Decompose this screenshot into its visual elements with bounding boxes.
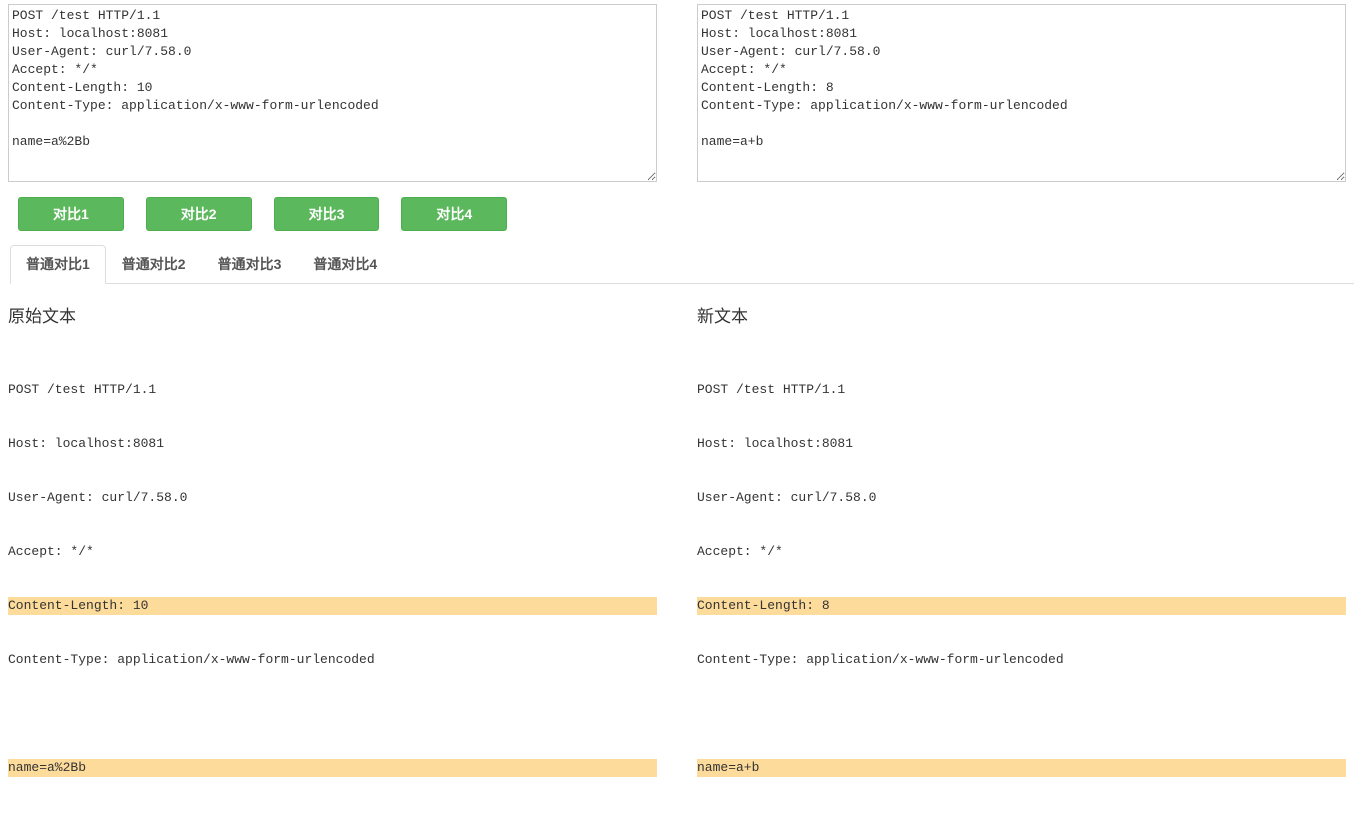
- diff-right-line-6: [697, 705, 1346, 723]
- tabs-bar: 普通对比1 普通对比2 普通对比3 普通对比4: [10, 245, 1354, 284]
- compare-button-3[interactable]: 对比3: [274, 197, 380, 231]
- diff-left-line-3: Accept: */*: [8, 543, 657, 561]
- diff-right-line-3: Accept: */*: [697, 543, 1346, 561]
- original-text-col: 原始文本 POST /test HTTP/1.1 Host: localhost…: [8, 302, 657, 813]
- left-textarea[interactable]: [8, 4, 657, 182]
- right-textarea[interactable]: [697, 4, 1346, 182]
- diff-right-line-4: Content-Length: 8: [697, 597, 1346, 615]
- compare-button-1[interactable]: 对比1: [18, 197, 124, 231]
- compare-button-4[interactable]: 对比4: [401, 197, 507, 231]
- diff-left-line-5: Content-Type: application/x-www-form-url…: [8, 651, 657, 669]
- input-row: [0, 0, 1354, 185]
- diff-right-line-5: Content-Type: application/x-www-form-url…: [697, 651, 1346, 669]
- tab-compare-1[interactable]: 普通对比1: [10, 245, 106, 284]
- compare-buttons-row: 对比1 对比2 对比3 对比4: [0, 185, 1354, 243]
- new-heading: 新文本: [697, 302, 1346, 327]
- diff-left-line-7: name=a%2Bb: [8, 759, 657, 777]
- original-heading: 原始文本: [8, 302, 657, 327]
- original-diff-block: POST /test HTTP/1.1 Host: localhost:8081…: [8, 345, 657, 813]
- diff-right-line-0: POST /test HTTP/1.1: [697, 381, 1346, 399]
- compare-button-2[interactable]: 对比2: [146, 197, 252, 231]
- diff-right-line-7: name=a+b: [697, 759, 1346, 777]
- new-text-col: 新文本 POST /test HTTP/1.1 Host: localhost:…: [697, 302, 1346, 813]
- left-input-col: [8, 4, 657, 185]
- tab-compare-3[interactable]: 普通对比3: [202, 245, 298, 284]
- right-input-col: [697, 4, 1346, 185]
- diff-right-line-2: User-Agent: curl/7.58.0: [697, 489, 1346, 507]
- diff-left-line-2: User-Agent: curl/7.58.0: [8, 489, 657, 507]
- diff-left-line-1: Host: localhost:8081: [8, 435, 657, 453]
- new-diff-block: POST /test HTTP/1.1 Host: localhost:8081…: [697, 345, 1346, 813]
- diff-left-line-4: Content-Length: 10: [8, 597, 657, 615]
- diff-content-row: 原始文本 POST /test HTTP/1.1 Host: localhost…: [0, 284, 1354, 813]
- diff-right-line-1: Host: localhost:8081: [697, 435, 1346, 453]
- tab-compare-4[interactable]: 普通对比4: [297, 245, 393, 284]
- diff-left-line-0: POST /test HTTP/1.1: [8, 381, 657, 399]
- tabs-wrapper: 普通对比1 普通对比2 普通对比3 普通对比4: [0, 245, 1354, 284]
- diff-left-line-6: [8, 705, 657, 723]
- tab-compare-2[interactable]: 普通对比2: [106, 245, 202, 284]
